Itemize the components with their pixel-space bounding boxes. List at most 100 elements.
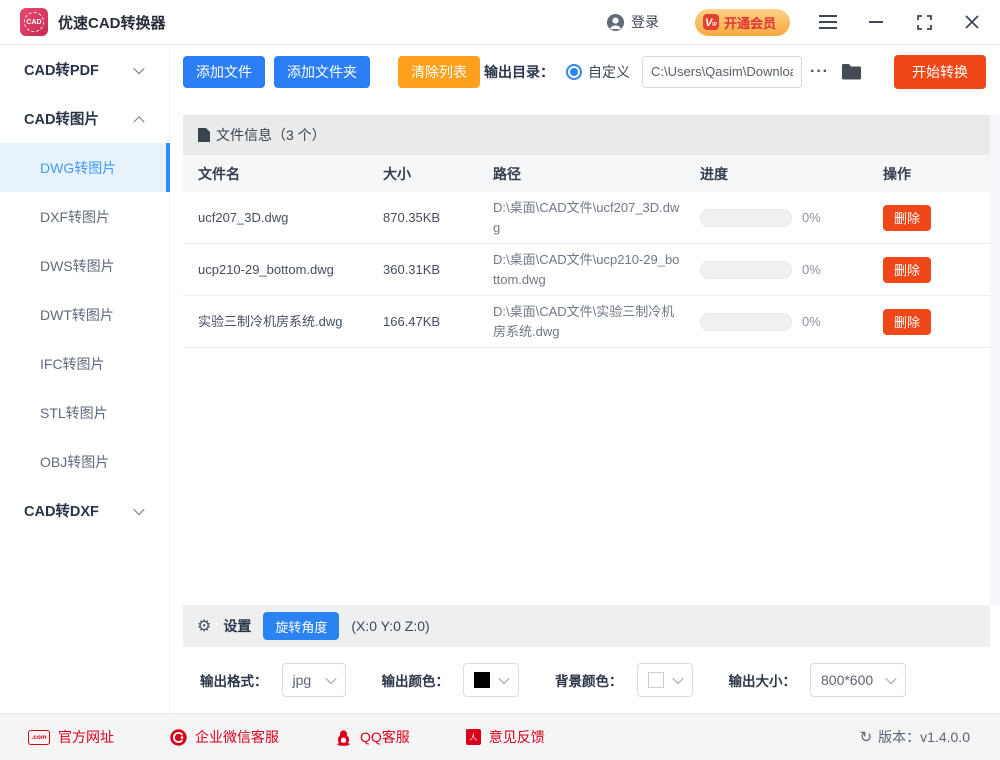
- color-swatch: [474, 672, 490, 688]
- document-icon: [198, 128, 210, 142]
- file-name: 实验三制冷机房系统.dwg: [198, 306, 348, 338]
- file-name: ucp210-29_bottom.dwg: [198, 254, 348, 286]
- feedback-icon: 人: [466, 729, 481, 745]
- file-path: D:\桌面\CAD文件\ucp210-29_bottom.dwg: [493, 244, 683, 295]
- sidebar-item-cad-to-dxf[interactable]: CAD转DXF: [0, 486, 169, 535]
- sidebar-item-obj-to-image[interactable]: OBJ转图片: [0, 437, 169, 486]
- progress-bar: [700, 313, 792, 331]
- output-path-input[interactable]: [642, 56, 802, 88]
- file-info-count: （3 个）: [272, 125, 326, 145]
- output-size-label: 输出大小：: [729, 670, 797, 690]
- nav-group-label: CAD转DXF: [24, 500, 99, 521]
- progress-label: 0%: [802, 210, 821, 225]
- background-color-select[interactable]: [637, 663, 693, 697]
- table-row: ucp210-29_bottom.dwg 360.31KB D:\桌面\CAD文…: [183, 244, 990, 296]
- refresh-icon[interactable]: ↻: [860, 728, 873, 746]
- sidebar: CAD转PDF CAD转图片 DWG转图片 DXF转图片 DWS转图片 DWT转…: [0, 45, 170, 713]
- minimize-icon: [869, 21, 883, 23]
- file-name: ucf207_3D.dwg: [198, 202, 348, 234]
- login-button[interactable]: 登录: [606, 12, 659, 32]
- toolbar: 添加文件 添加文件夹 清除列表 输出目录： 自定义 ··· 开始转换: [170, 45, 1000, 98]
- open-folder-button[interactable]: [841, 63, 862, 80]
- progress-label: 0%: [802, 314, 821, 329]
- sidebar-item-stl-to-image[interactable]: STL转图片: [0, 388, 169, 437]
- delete-button[interactable]: 删除: [883, 309, 931, 335]
- chevron-down-icon: [498, 673, 509, 684]
- col-size: 大小: [383, 164, 493, 184]
- settings-label: 设置: [223, 616, 251, 636]
- file-size: 166.47KB: [383, 314, 493, 329]
- sidebar-item-ifc-to-image[interactable]: IFC转图片: [0, 339, 169, 388]
- app-logo-text: CAD: [24, 12, 44, 32]
- sidebar-item-cad-to-image[interactable]: CAD转图片: [0, 94, 169, 143]
- table-header: 文件名 大小 路径 进度 操作: [183, 155, 990, 192]
- sidebar-item-dxf-to-image[interactable]: DXF转图片: [0, 192, 169, 241]
- nav-group-label: CAD转PDF: [24, 59, 99, 80]
- official-website-link[interactable]: .com 官方网址: [28, 727, 114, 747]
- custom-dir-radio[interactable]: [566, 64, 582, 80]
- output-dir-label: 输出目录：: [484, 62, 554, 82]
- app-title: 优速CAD转换器: [58, 12, 166, 33]
- close-button[interactable]: [962, 12, 982, 32]
- col-action: 操作: [883, 164, 990, 184]
- close-icon: [965, 15, 979, 29]
- chevron-down-icon: [133, 503, 144, 514]
- clear-list-button[interactable]: 清除列表: [398, 56, 480, 88]
- qq-icon: [335, 729, 352, 746]
- sidebar-item-cad-to-pdf[interactable]: CAD转PDF: [0, 45, 169, 94]
- maximize-icon: [917, 15, 932, 30]
- output-format-label: 输出格式：: [200, 670, 268, 690]
- sidebar-item-dwt-to-image[interactable]: DWT转图片: [0, 290, 169, 339]
- col-filename: 文件名: [198, 164, 383, 184]
- vip-button-label: 开通会员: [724, 13, 776, 32]
- maximize-button[interactable]: [914, 12, 934, 32]
- file-size: 870.35KB: [383, 210, 493, 225]
- qq-support-link[interactable]: QQ客服: [335, 727, 410, 747]
- add-file-button[interactable]: 添加文件: [183, 56, 265, 88]
- wechat-icon: [170, 729, 187, 746]
- app-logo-icon: CAD: [20, 8, 48, 36]
- minimize-button[interactable]: [866, 12, 886, 32]
- chevron-up-icon: [133, 116, 144, 127]
- chevron-down-icon: [133, 62, 144, 73]
- delete-button[interactable]: 删除: [883, 257, 931, 283]
- version-text: 版本：v1.4.0.0: [878, 727, 970, 747]
- output-color-label: 输出颜色：: [382, 670, 450, 690]
- folder-icon: [841, 63, 862, 80]
- file-info-band: 文件信息 （3 个）: [183, 115, 990, 155]
- delete-button[interactable]: 删除: [883, 205, 931, 231]
- rotate-angle-button[interactable]: 旋转角度: [263, 612, 339, 640]
- output-format-select[interactable]: jpg: [282, 663, 346, 697]
- nav-group-label: CAD转图片: [24, 108, 99, 129]
- table-row: 实验三制冷机房系统.dwg 166.47KB D:\桌面\CAD文件\实验三制冷…: [183, 296, 990, 348]
- file-size: 360.31KB: [383, 262, 493, 277]
- table-row: ucf207_3D.dwg 870.35KB D:\桌面\CAD文件\ucf20…: [183, 192, 990, 244]
- hamburger-icon: [819, 15, 837, 29]
- settings-bar: ⚙ 设置 旋转角度 (X:0 Y:0 Z:0): [183, 605, 990, 647]
- add-folder-button[interactable]: 添加文件夹: [274, 56, 370, 88]
- start-convert-button[interactable]: 开始转换: [894, 55, 986, 89]
- background-swatch: [648, 672, 664, 688]
- sidebar-item-dwg-to-image[interactable]: DWG转图片: [0, 143, 169, 192]
- sidebar-item-dws-to-image[interactable]: DWS转图片: [0, 241, 169, 290]
- output-color-select[interactable]: [463, 663, 519, 697]
- open-vip-button[interactable]: VIP 开通会员: [695, 9, 790, 36]
- background-color-label: 背景颜色：: [555, 670, 623, 690]
- rotation-values: (X:0 Y:0 Z:0): [351, 618, 429, 634]
- output-options-row: 输出格式： jpg 输出颜色： 背景颜色： 输出大小：: [170, 647, 1000, 713]
- custom-dir-label: 自定义: [588, 62, 630, 82]
- browse-ellipsis-button[interactable]: ···: [810, 63, 829, 81]
- version-info: ↻ 版本：v1.4.0.0: [860, 727, 970, 747]
- website-icon: .com: [28, 730, 50, 745]
- feedback-link[interactable]: 人 意见反馈: [466, 727, 545, 747]
- wechat-support-link[interactable]: 企业微信客服: [170, 727, 279, 747]
- output-size-value: 800*600: [821, 672, 873, 688]
- file-path: D:\桌面\CAD文件\实验三制冷机房系统.dwg: [493, 296, 683, 347]
- progress-label: 0%: [802, 262, 821, 277]
- gear-icon: ⚙: [197, 616, 211, 636]
- menu-button[interactable]: [818, 12, 838, 32]
- output-size-select[interactable]: 800*600: [810, 663, 906, 697]
- progress-bar: [700, 261, 792, 279]
- chevron-down-icon: [325, 673, 336, 684]
- chevron-down-icon: [885, 673, 896, 684]
